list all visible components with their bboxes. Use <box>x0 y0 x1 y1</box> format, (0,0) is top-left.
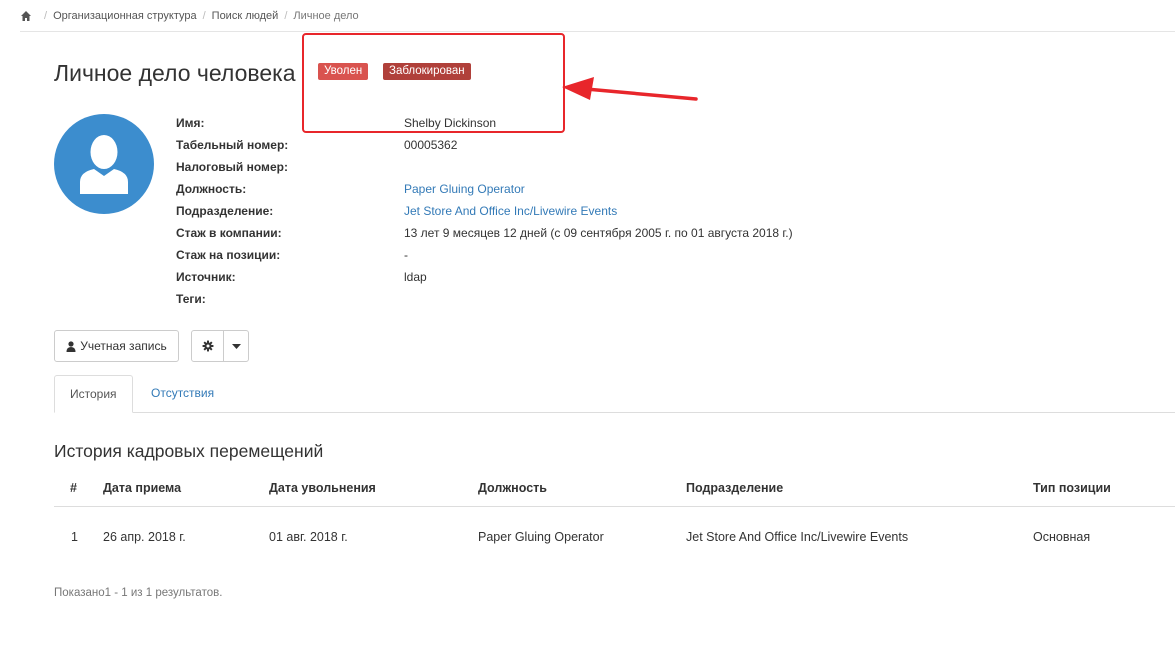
user-silhouette-icon <box>80 135 128 194</box>
caret-down-icon <box>231 343 241 349</box>
breadcrumb-separator: / <box>44 9 48 22</box>
breadcrumb-item-people-search[interactable]: Поиск людей <box>212 10 279 22</box>
value-tab-number: 00005362 <box>404 138 458 152</box>
link-position[interactable]: Paper Gluing Operator <box>404 182 525 196</box>
table-cell-position: Paper Gluing Operator <box>478 530 604 544</box>
breadcrumb: / Организационная структура / Поиск люде… <box>20 0 1175 32</box>
value-position-tenure: - <box>404 248 408 262</box>
column-header-department: Подразделение <box>686 481 784 495</box>
table-cell-number: 1 <box>71 530 78 544</box>
label-position-tenure: Стаж на позиции: <box>176 248 281 262</box>
account-button-label: Учетная запись <box>80 339 167 353</box>
label-name: Имя: <box>176 116 205 130</box>
column-header-position-type: Тип позиции <box>1033 481 1111 495</box>
breadcrumb-separator: / <box>284 9 288 22</box>
column-header-hire-date: Дата приема <box>103 481 182 495</box>
settings-dropdown-toggle[interactable] <box>223 330 249 362</box>
annotation-arrow-icon <box>562 77 698 101</box>
settings-button[interactable] <box>191 330 224 362</box>
column-header-number: # <box>70 481 77 495</box>
avatar <box>54 114 154 214</box>
value-name: Shelby Dickinson <box>404 116 497 130</box>
column-header-position: Должность <box>478 481 547 495</box>
label-company-tenure: Стаж в компании: <box>176 226 282 240</box>
label-tab-number: Табельный номер: <box>176 138 289 152</box>
label-source: Источник: <box>176 270 236 284</box>
table-cell-department: Jet Store And Office Inc/Livewire Events <box>686 530 909 544</box>
value-source: ldap <box>404 270 427 284</box>
tab-absences[interactable]: Отсутствия <box>136 375 229 413</box>
label-tax-number: Налоговый номер: <box>176 160 288 174</box>
table-cell-dismissal-date: 01 авг. 2018 г. <box>269 530 348 544</box>
value-company-tenure: 13 лет 9 месяцев 12 дней (с 09 сентября … <box>404 226 793 240</box>
results-summary: Показано1 - 1 из 1 результатов. <box>54 587 223 599</box>
home-icon[interactable] <box>20 10 32 22</box>
link-department[interactable]: Jet Store And Office Inc/Livewire Events <box>404 204 617 218</box>
table-cell-hire-date: 26 апр. 2018 г. <box>103 530 186 544</box>
tab-history[interactable]: История <box>54 375 133 413</box>
column-header-dismissal-date: Дата увольнения <box>269 481 376 495</box>
label-position: Должность: <box>176 182 247 196</box>
page-title: Личное дело человека <box>54 60 296 86</box>
breadcrumb-separator: / <box>202 9 206 22</box>
label-tags: Теги: <box>176 292 206 306</box>
user-icon <box>66 340 76 352</box>
gear-icon <box>202 340 213 352</box>
breadcrumb-current: Личное дело <box>293 9 359 22</box>
section-title: История кадровых перемещений <box>54 441 324 461</box>
breadcrumb-item-org-structure[interactable]: Организационная структура <box>53 10 197 22</box>
account-button[interactable]: Учетная запись <box>54 330 179 362</box>
table-header-divider <box>54 506 1175 507</box>
table-cell-position-type: Основная <box>1033 530 1091 544</box>
label-department: Подразделение: <box>176 204 274 218</box>
